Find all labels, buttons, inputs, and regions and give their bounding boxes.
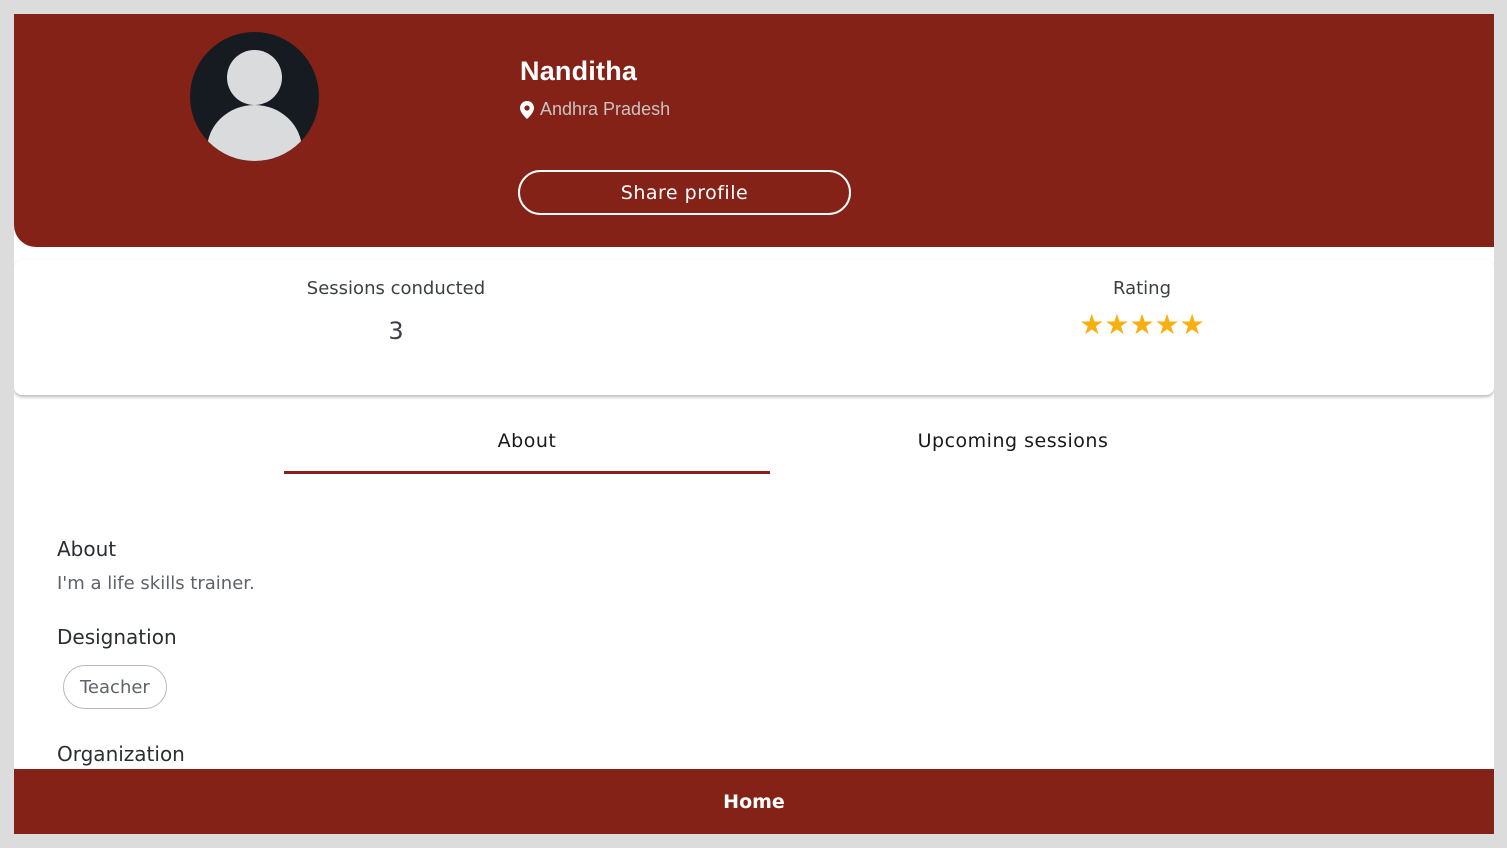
rating-label: Rating [1112,278,1172,299]
tab-about[interactable]: About [284,416,770,474]
profile-header: Nanditha Andhra Pradesh Share profile [14,14,1494,247]
about-heading: About [57,537,117,561]
tab-upcoming-sessions[interactable]: Upcoming sessions [770,416,1256,474]
location-text: Andhra Pradesh [540,99,671,119]
home-button[interactable]: Home [723,791,785,813]
bottom-nav: Home [14,769,1494,834]
sessions-stat: Sessions conducted 3 [246,260,546,345]
user-avatar-icon [190,32,319,161]
designation-chip: Teacher [63,665,167,709]
profile-name: Nanditha [520,56,638,86]
rating-stars: ★★★★★ [1079,308,1205,341]
share-profile-button[interactable]: Share profile [518,170,851,215]
map-pin-icon [520,100,534,119]
avatar-head [227,50,282,105]
stats-card: Sessions conducted 3 Rating ★★★★★ [14,260,1494,395]
designation-heading: Designation [57,625,177,649]
organization-heading: Organization [57,742,185,766]
profile-location: Andhra Pradesh [520,99,670,120]
app-frame: Nanditha Andhra Pradesh Share profile Se… [14,14,1494,834]
sessions-value: 3 [388,317,404,345]
avatar-body [207,105,302,161]
rating-stat: Rating ★★★★★ [992,260,1292,339]
about-text: I'm a life skills trainer. [57,573,255,594]
sessions-label: Sessions conducted [306,278,486,299]
profile-tabs: About Upcoming sessions [284,416,1256,474]
